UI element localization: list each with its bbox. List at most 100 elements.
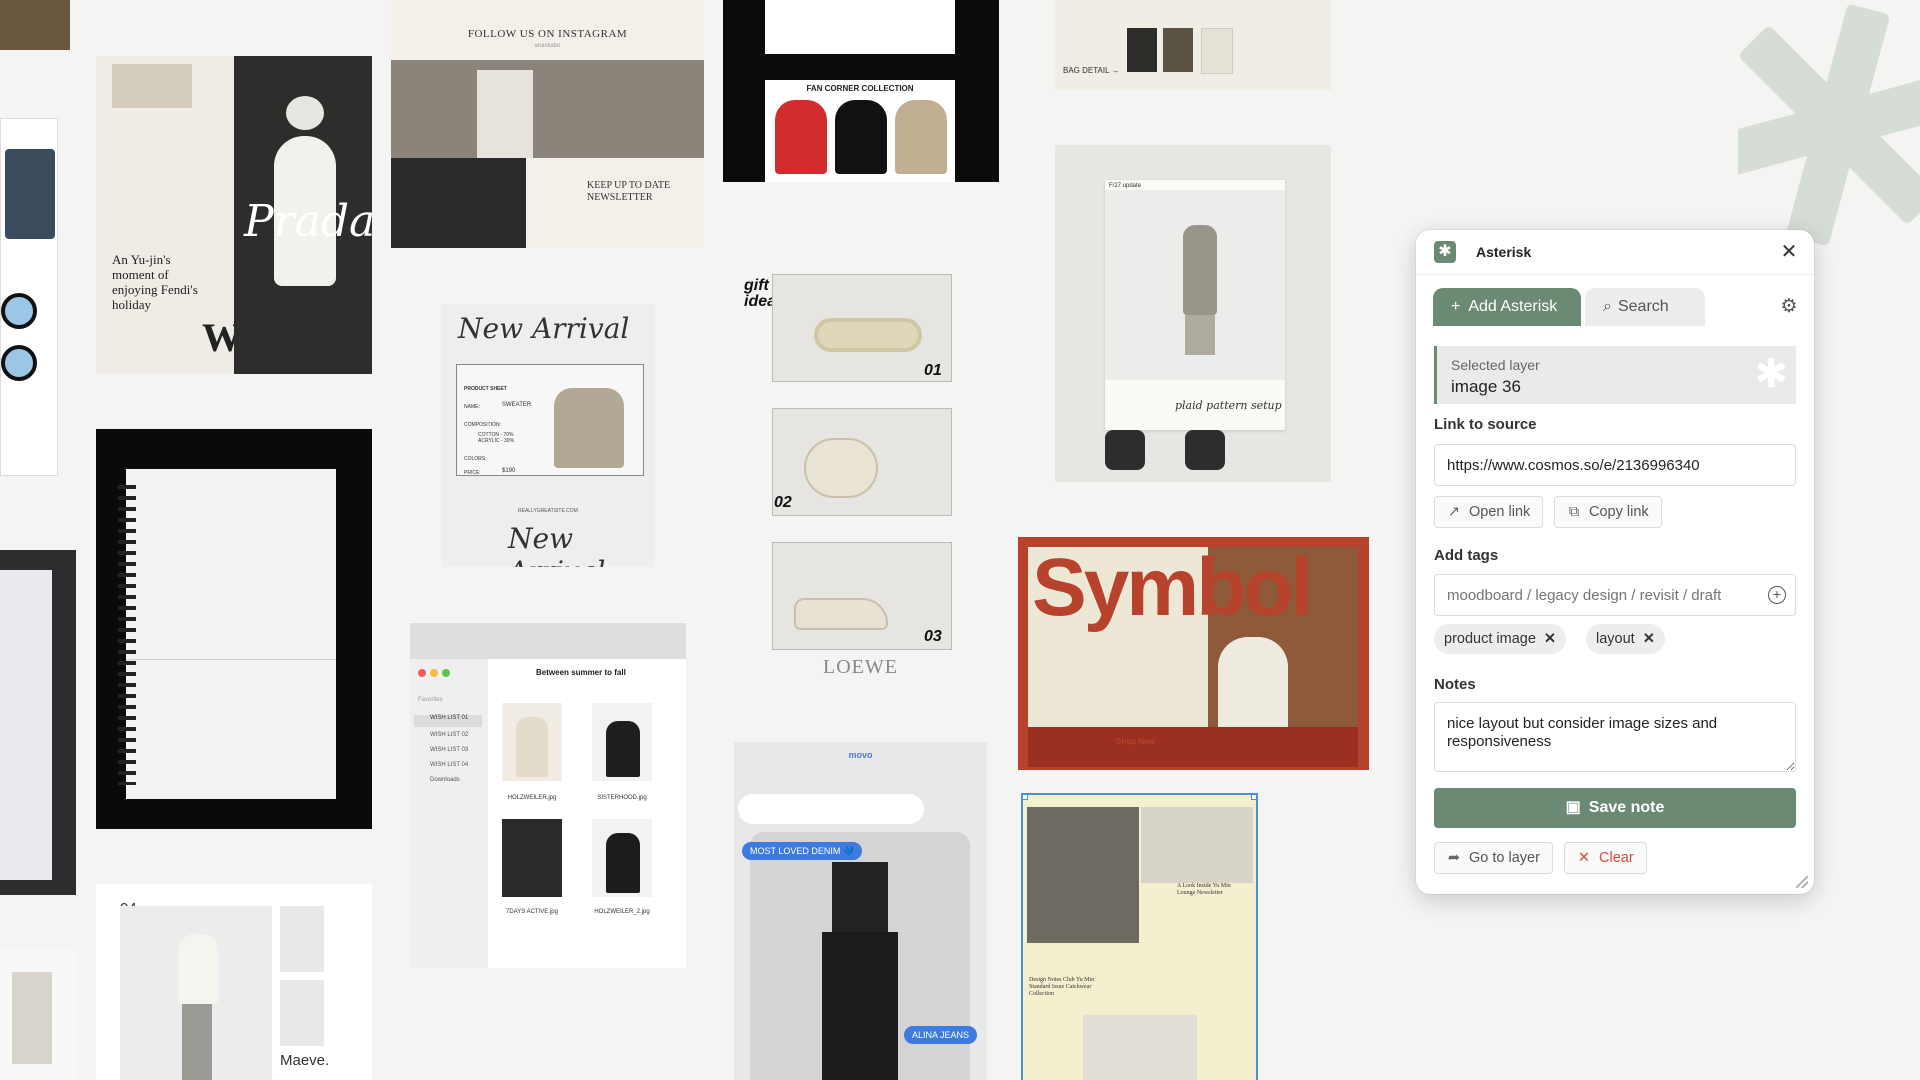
selected-layer-box: Selected layer image 36 ✱ [1434, 346, 1796, 404]
instagram-heading: FOLLOW US ON INSTAGRAM [467, 28, 628, 40]
clear-label: Clear [1599, 850, 1634, 866]
copy-link-button[interactable]: ⧉ Copy link [1554, 496, 1662, 528]
image-tile-plaid[interactable]: F/27 update plaid pattern setup [1055, 145, 1331, 482]
gift-number-2: 02 [774, 494, 792, 511]
maeve-name: Maeve. [280, 1052, 330, 1069]
image-tile-bag[interactable]: BAG DETAIL → [1055, 0, 1331, 90]
copy-icon: ⧉ [1568, 504, 1580, 520]
tags-input[interactable] [1434, 574, 1796, 616]
asterisk-decoration [1717, 0, 1920, 260]
plus-icon: + [1451, 298, 1461, 315]
gift-number-1: 01 [924, 362, 942, 379]
image-tile-editorial-selected[interactable]: A Look Inside Yu Min Lounge Newsletter D… [1021, 793, 1258, 1080]
symbol-word: Symbol [1032, 542, 1313, 633]
close-icon[interactable]: ✕ [1776, 239, 1802, 265]
instagram-sub: anaskabo [534, 43, 561, 49]
fendi-script: Prada [244, 196, 372, 247]
selection-handle[interactable] [1251, 795, 1256, 800]
image-tile-instagram[interactable]: FOLLOW US ON INSTAGRAM anaskabo KEEP UP … [391, 0, 704, 248]
tag-chip-label: layout [1596, 631, 1635, 647]
image-tile-denim[interactable]: movo MOST LOVED DENIM 💙 ALINA JEANS [734, 742, 987, 1080]
image-tile-edge-2[interactable] [0, 118, 58, 476]
tag-chip[interactable]: product image ✕ [1434, 624, 1567, 654]
external-link-icon: ↗ [1447, 504, 1461, 520]
remove-tag-icon[interactable]: ✕ [1643, 631, 1655, 647]
denim-bubble: MOST LOVED DENIM 💙 [742, 842, 863, 860]
sheet-title: PRODUCT SHEET [464, 386, 507, 392]
selected-layer-value: image 36 [1451, 377, 1521, 396]
go-to-layer-label: Go to layer [1469, 850, 1540, 866]
image-tile-gift[interactable]: gift ideas. 01 02 03 LOEWE [734, 238, 987, 687]
search-icon: ⌕ [1603, 298, 1612, 315]
remove-tag-icon[interactable]: ✕ [1544, 631, 1556, 647]
finder-sidebar-heading: Favorites [418, 697, 443, 703]
image-tile-symbol[interactable]: Symbol Shop Now [1018, 537, 1369, 770]
denim-brand: movo [848, 750, 873, 760]
asterisk-panel: ✱ Asterisk ✕ + Add Asterisk ⌕ Search ⚙ Sel… [1416, 230, 1814, 894]
arrow-forward-icon: ➦ [1447, 850, 1461, 866]
finder-sidebar-item[interactable]: Downloads [430, 777, 460, 783]
gift-brand: LOEWE [823, 656, 898, 678]
tags-label: Add tags [1434, 547, 1499, 564]
copy-link-label: Copy link [1589, 504, 1649, 520]
tab-add-label: Add Asterisk [1468, 298, 1558, 315]
sheet-price-label: PRICE: [464, 470, 481, 476]
image-tile-maeve[interactable]: 04. Maeve. [96, 884, 372, 1080]
gear-icon[interactable]: ⚙ [1778, 296, 1800, 318]
finder-file-name: HOLZWEILER.jpg [507, 795, 557, 801]
image-tile-edge-3[interactable] [0, 550, 76, 895]
new-arrival-script-bottom: New Arrival [508, 522, 605, 567]
image-tile-finder[interactable]: Between summer to fall Favorites WISH LI… [410, 623, 686, 968]
denim-tag: ALINA JEANS [904, 1026, 978, 1044]
image-tile-hoodies[interactable]: FAN CORNER COLLECTION [723, 0, 999, 182]
tag-chip[interactable]: layout ✕ [1586, 624, 1665, 654]
asterisk-watermark-icon: ✱ [1754, 352, 1788, 396]
editorial-caption-2: Design Notes Club Yu Min Standard Issue … [1029, 977, 1095, 997]
finder-file-name: SISTERHOOD.jpg [597, 795, 647, 801]
save-note-label: Save note [1588, 799, 1665, 816]
finder-sidebar-item[interactable]: WISH LIST 01 [414, 715, 482, 727]
newsletter-text: KEEP UP TO DATE NEWSLETTER [587, 180, 671, 203]
selection-handle[interactable] [1023, 795, 1028, 800]
finder-sidebar-item[interactable]: WISH LIST 02 [430, 732, 468, 738]
source-link-field[interactable] [1434, 444, 1796, 486]
image-tile-edge-4[interactable] [0, 950, 76, 1080]
finder-sidebar-item[interactable]: WISH LIST 04 [430, 762, 468, 768]
tab-search-label: Search [1617, 298, 1669, 315]
sheet-comp-label: COMPOSITION: [464, 422, 501, 428]
open-link-button[interactable]: ↗ Open link [1434, 496, 1544, 528]
plaid-script: plaid pattern setup [1175, 399, 1282, 412]
go-to-layer-button[interactable]: ➦ Go to layer [1434, 842, 1553, 874]
image-tile-edge-1[interactable] [0, 0, 70, 50]
panel-title: Asterisk [1476, 244, 1532, 260]
plaid-tag: F/27 update [1109, 183, 1142, 189]
hoodies-heading: FAN CORNER COLLECTION [806, 84, 914, 93]
finder-file-name: 7DAYS ACTIVE.jpg [506, 909, 558, 915]
clear-button[interactable]: ✕ Clear [1564, 842, 1647, 874]
notes-textarea[interactable]: nice layout but consider image sizes and… [1434, 702, 1796, 772]
notes-label: Notes [1434, 676, 1476, 693]
tag-chip-label: product image [1444, 631, 1536, 647]
new-arrival-site: REALLYGREATSITE.COM [518, 508, 578, 514]
new-arrival-script-top: New Arrival [458, 312, 630, 345]
sheet-price-value: $190 [502, 468, 516, 474]
tab-search[interactable]: ⌕ Search [1585, 288, 1705, 326]
gift-number-3: 03 [924, 628, 942, 645]
tab-add-asterisk[interactable]: + Add Asterisk [1433, 288, 1581, 326]
image-tile-fendi[interactable]: An Yu-jin's moment of enjoying Fendi's h… [96, 56, 372, 374]
image-tile-notebook[interactable] [96, 429, 372, 829]
finder-file-name: HOLZWEILER_2.jpg [594, 909, 650, 915]
resize-handle-icon[interactable] [1796, 876, 1808, 888]
image-tile-new-arrival[interactable]: New Arrival PRODUCT SHEET NAME: SWEATER … [442, 304, 654, 567]
bag-label: BAG DETAIL → [1063, 66, 1120, 75]
selected-layer-label: Selected layer [1451, 357, 1540, 373]
add-tag-icon[interactable]: + [1768, 586, 1786, 604]
finder-sidebar-item[interactable]: WISH LIST 03 [430, 747, 468, 753]
sheet-name-label: NAME: [464, 404, 480, 410]
sheet-colors-label: COLORS: [464, 456, 487, 462]
asterisk-logo-icon: ✱ [1434, 241, 1456, 263]
save-note-button[interactable]: ▣ Save note [1434, 788, 1796, 828]
symbol-shop: Shop Now [1116, 737, 1156, 746]
panel-header[interactable]: ✱ Asterisk ✕ [1416, 230, 1814, 275]
save-icon: ▣ [1565, 799, 1581, 816]
